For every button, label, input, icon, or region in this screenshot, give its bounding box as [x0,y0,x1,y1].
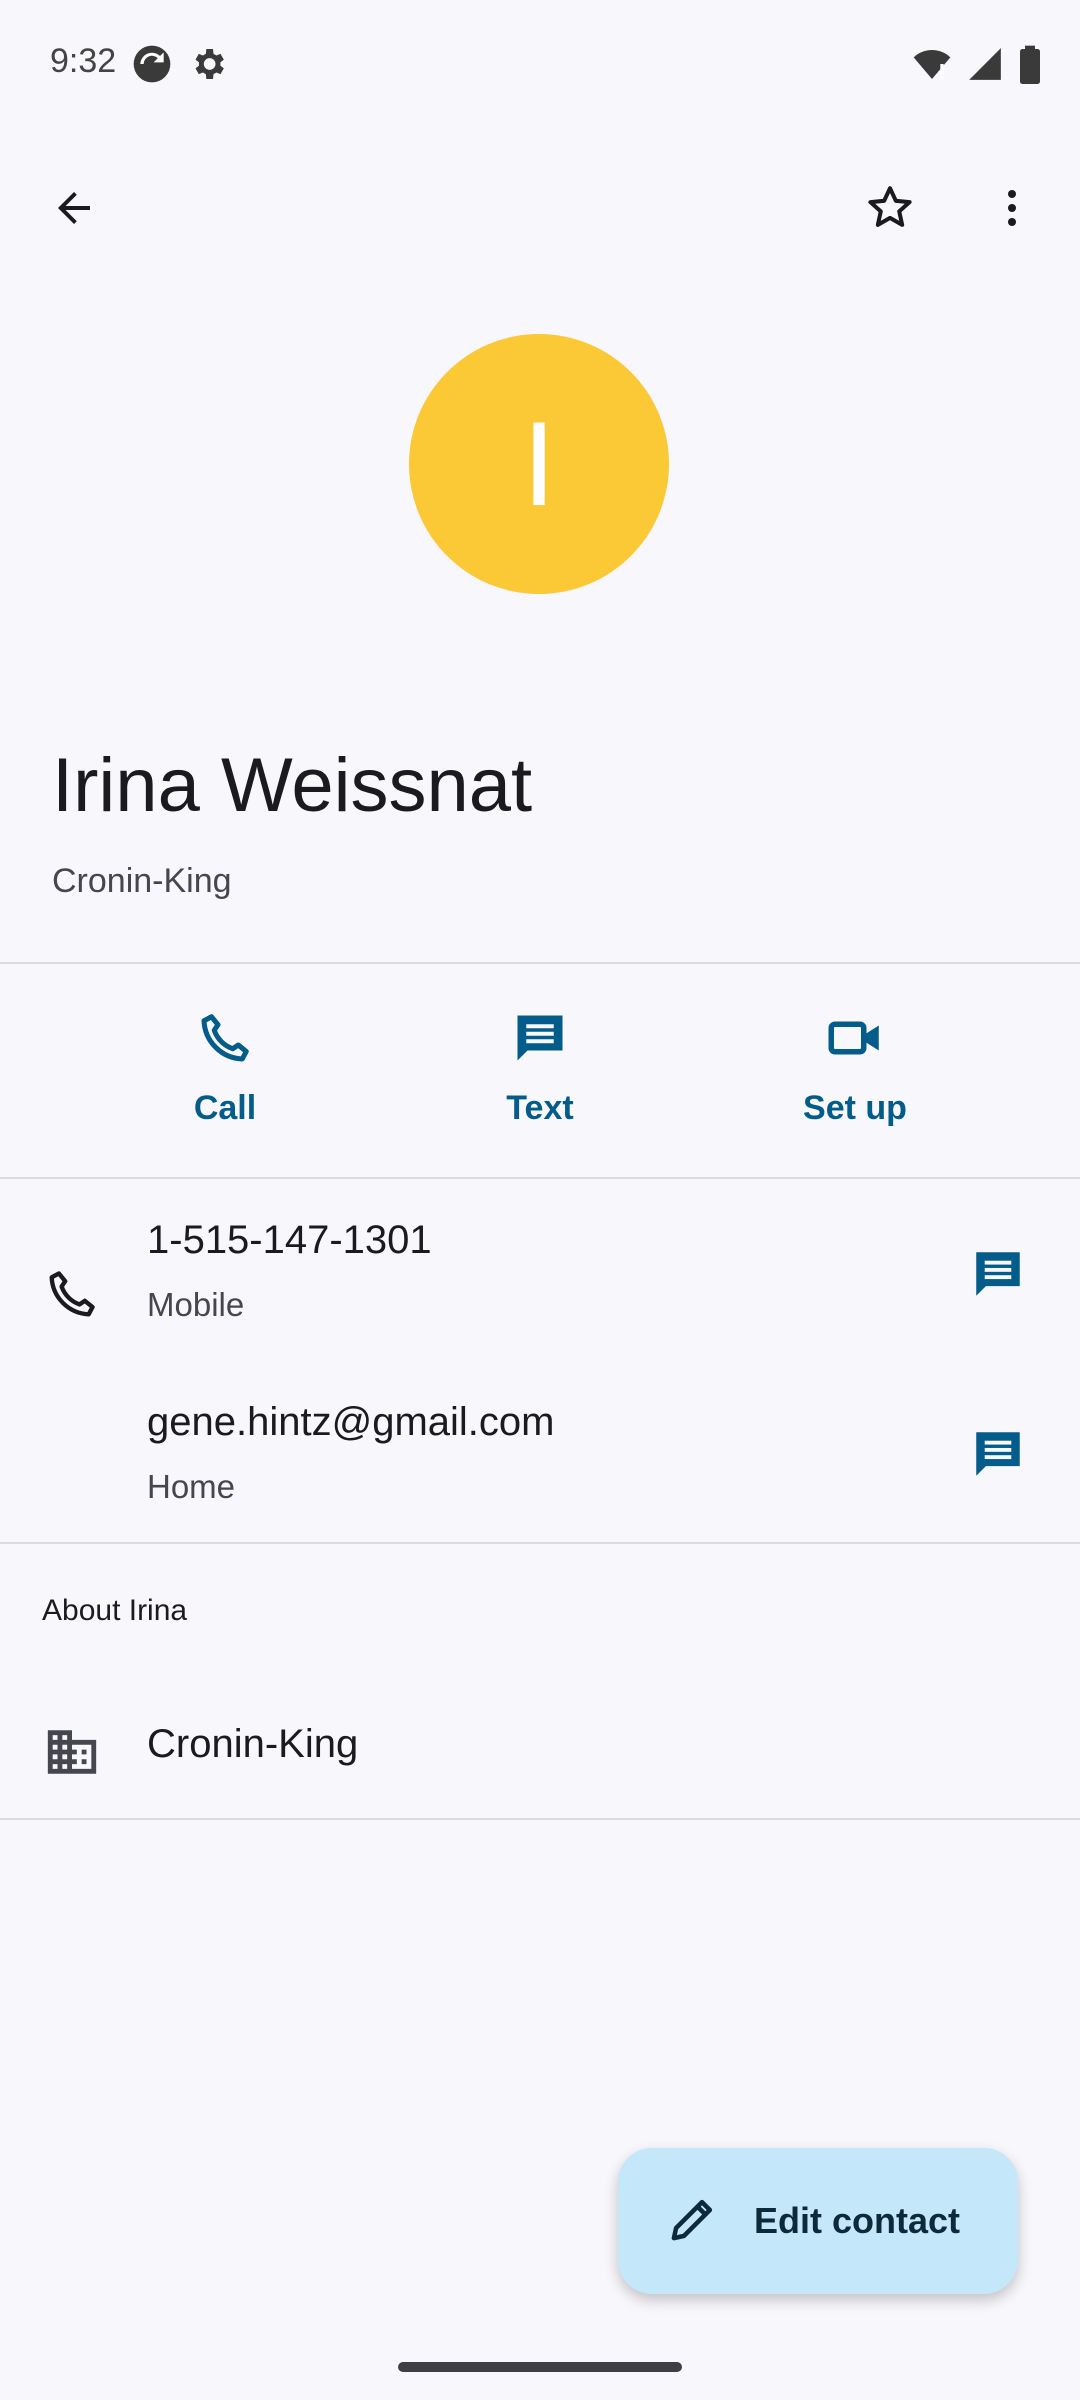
phone-number: 1-515-147-1301 [147,1218,432,1262]
star-outline-icon [863,181,917,240]
avatar-initial: I [522,397,556,531]
top-app-bar [0,160,1080,260]
divider [0,1542,1080,1544]
message-icon [510,1015,570,1072]
cell-signal-icon [966,44,1004,89]
business-building-icon [40,1720,104,1784]
message-icon[interactable] [966,1422,1030,1486]
setup-label: Set up [803,1089,907,1127]
status-bar: 9:32 [0,0,1080,130]
home-indicator[interactable] [398,2362,682,2372]
contact-name: Irina Weissnat [52,743,533,828]
call-label: Call [193,1089,257,1127]
edit-contact-label: Edit contact [754,2200,961,2241]
video-setup-button[interactable]: Set up [755,1008,955,1128]
pencil-icon [666,2192,720,2251]
status-time: 9:32 [50,42,117,80]
wifi-alert-icon [912,44,952,89]
about-company: Cronin-King [147,1722,359,1766]
company-row: Cronin-King [0,1700,1080,1810]
phone-icon [195,1014,255,1072]
phone-icon [40,1262,104,1326]
settings-gear-icon [188,44,228,89]
sync-icon [132,44,172,89]
about-section-title: About Irina [42,1594,188,1627]
video-icon [825,1021,885,1072]
email-type: Home [147,1468,236,1505]
back-button[interactable] [26,162,122,258]
message-icon[interactable] [966,1242,1030,1306]
back-arrow-icon [50,184,98,237]
favorite-button[interactable] [842,162,938,258]
divider [0,1818,1080,1820]
edit-contact-button[interactable]: Edit contact [618,2148,1018,2294]
call-button[interactable]: Call [125,1008,325,1128]
email-row[interactable]: gene.hintz@gmail.com Home [0,1392,1080,1542]
more-options-button[interactable] [964,162,1060,258]
more-vert-icon [988,184,1036,237]
contact-company: Cronin-King [52,862,232,900]
text-label: Text [506,1089,574,1127]
quick-actions: Call Text Set up [0,964,1080,1178]
divider [0,1177,1080,1179]
contact-avatar: I [409,334,669,594]
battery-icon [1018,44,1042,89]
phone-row[interactable]: 1-515-147-1301 Mobile [0,1210,1080,1360]
email-address: gene.hintz@gmail.com [147,1400,555,1444]
phone-type: Mobile [147,1286,245,1323]
text-button[interactable]: Text [440,1008,640,1128]
